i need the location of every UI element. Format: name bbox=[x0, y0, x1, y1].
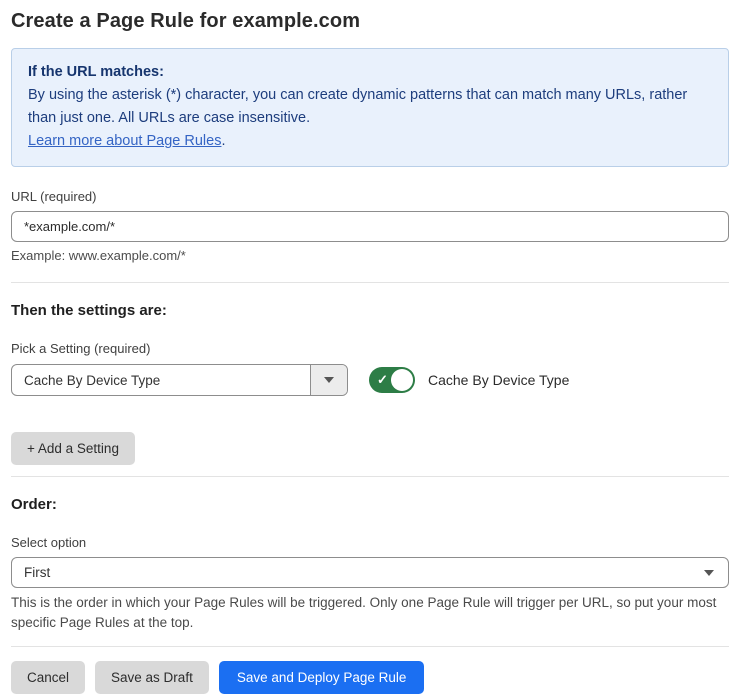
cache-device-type-toggle[interactable]: ✓ bbox=[369, 367, 415, 393]
url-field-label: URL (required) bbox=[11, 189, 729, 204]
pick-setting-label: Pick a Setting (required) bbox=[11, 341, 729, 356]
learn-more-link[interactable]: Learn more about Page Rules bbox=[28, 133, 221, 149]
add-setting-button[interactable]: + Add a Setting bbox=[11, 432, 135, 465]
setting-select-dropdown-button[interactable] bbox=[310, 365, 347, 395]
divider bbox=[11, 646, 729, 647]
page-title: Create a Page Rule for example.com bbox=[11, 10, 729, 33]
divider bbox=[11, 476, 729, 477]
save-deploy-button[interactable]: Save and Deploy Page Rule bbox=[219, 661, 425, 694]
page-rule-form: Create a Page Rule for example.com If th… bbox=[0, 0, 750, 694]
cancel-button[interactable]: Cancel bbox=[11, 661, 85, 694]
toggle-knob bbox=[391, 369, 413, 391]
link-period: . bbox=[221, 133, 225, 149]
setting-select-value: Cache By Device Type bbox=[12, 365, 310, 395]
chevron-down-icon bbox=[704, 570, 714, 576]
check-icon: ✓ bbox=[377, 373, 388, 386]
setting-select[interactable]: Cache By Device Type bbox=[11, 364, 348, 396]
footer-actions: Cancel Save as Draft Save and Deploy Pag… bbox=[11, 661, 729, 694]
chevron-down-icon bbox=[324, 377, 334, 383]
url-match-info-box: If the URL matches: By using the asteris… bbox=[11, 48, 729, 167]
setting-row: Cache By Device Type ✓ Cache By Device T… bbox=[11, 364, 729, 396]
url-example-helper: Example: www.example.com/* bbox=[11, 248, 729, 263]
toggle-label: Cache By Device Type bbox=[428, 372, 569, 388]
order-select-value: First bbox=[24, 565, 704, 580]
divider bbox=[11, 282, 729, 283]
order-help-text: This is the order in which your Page Rul… bbox=[11, 593, 729, 633]
order-section-heading: Order: bbox=[11, 496, 729, 513]
save-draft-button[interactable]: Save as Draft bbox=[95, 661, 209, 694]
info-box-link-line: Learn more about Page Rules. bbox=[28, 130, 712, 153]
settings-section-heading: Then the settings are: bbox=[11, 302, 729, 319]
info-box-heading: If the URL matches: bbox=[28, 61, 712, 84]
order-select-label: Select option bbox=[11, 535, 729, 550]
info-box-body: By using the asterisk (*) character, you… bbox=[28, 84, 712, 130]
order-select[interactable]: First bbox=[11, 557, 729, 588]
url-input[interactable] bbox=[11, 211, 729, 242]
